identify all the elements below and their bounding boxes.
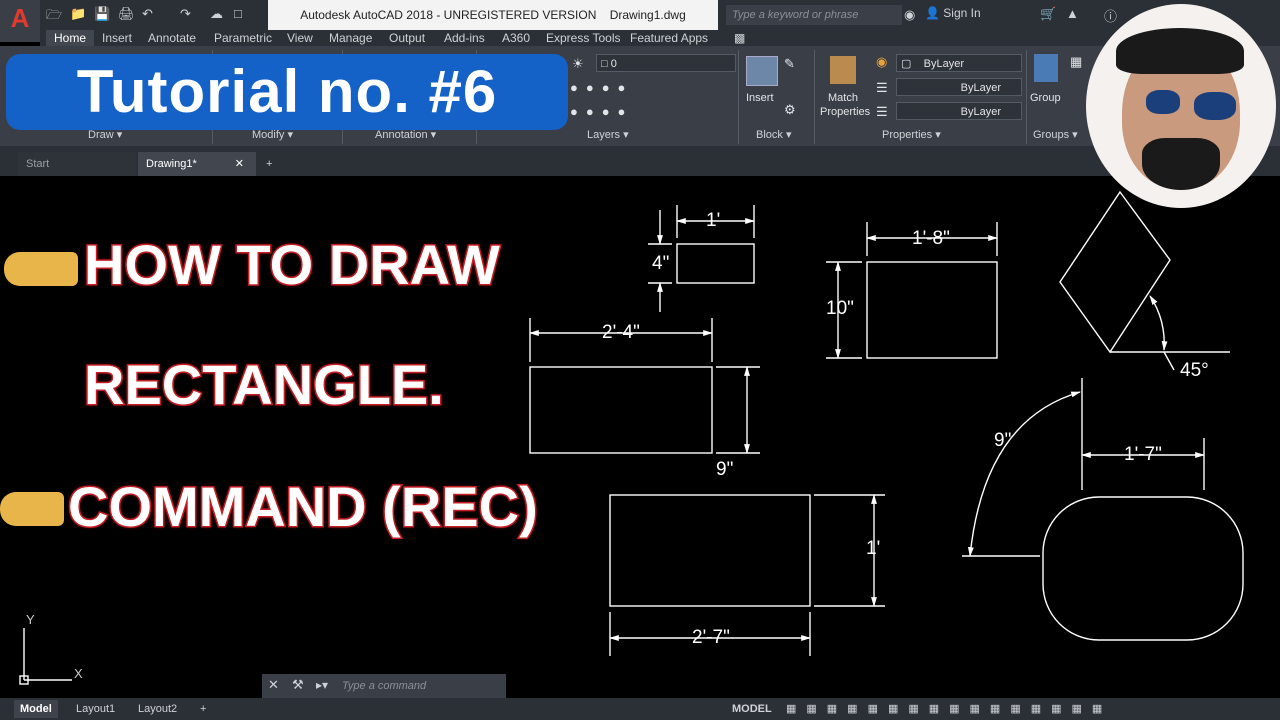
rectangle-wide[interactable] xyxy=(529,366,713,454)
presenter-avatar xyxy=(1086,4,1276,208)
tutorial-banner: Tutorial no. #6 xyxy=(6,54,568,130)
dimension-text: 10" xyxy=(826,298,854,319)
dimension-text: 1' xyxy=(706,210,721,231)
command-line: ✕ ⚒ ▸▾ Type a command xyxy=(262,674,506,698)
pointing-hand-icon xyxy=(0,492,64,526)
heading-line-1: HOW TO DRAW xyxy=(83,232,502,298)
dimension-text: 4" xyxy=(652,253,670,274)
tab-model[interactable]: Model xyxy=(14,700,58,718)
dimension-text: 2'-7" xyxy=(692,627,730,648)
wrench-icon[interactable]: ⚒ xyxy=(292,677,304,693)
heading-line-2: RECTANGLE. xyxy=(83,352,446,418)
heading-line-3: COMMAND (REC) xyxy=(67,474,540,540)
tab-layout1[interactable]: Layout1 xyxy=(70,700,121,718)
dimension-text: 1' xyxy=(866,538,881,559)
tab-layout2[interactable]: Layout2 xyxy=(132,700,183,718)
sunglasses-left xyxy=(1146,90,1180,114)
dimension-text: 45° xyxy=(1180,360,1209,381)
rotated-rectangle[interactable] xyxy=(1059,190,1171,354)
close-icon[interactable]: ✕ xyxy=(268,677,279,693)
rectangle-medium[interactable] xyxy=(866,261,998,359)
command-input[interactable]: Type a command xyxy=(342,678,502,694)
dimension-text: 9" xyxy=(994,430,1012,451)
sunglasses-right xyxy=(1194,92,1236,120)
pointing-hand-icon xyxy=(4,252,78,286)
dimension-text: 2'-4" xyxy=(602,322,640,343)
hair-shape xyxy=(1116,28,1244,74)
status-toggle-icons[interactable]: ▦▦▦▦▦▦▦▦▦▦▦▦▦▦▦▦ xyxy=(780,700,1118,718)
model-space-toggle[interactable]: MODEL xyxy=(726,700,778,718)
dimension-text: 9" xyxy=(716,459,734,480)
ucs-y-label: Y xyxy=(26,612,35,627)
rounded-rectangle[interactable] xyxy=(1042,496,1244,641)
status-bar: Model Layout1 Layout2 + MODEL ▦▦▦▦▦▦▦▦▦▦… xyxy=(0,698,1280,720)
add-layout-button[interactable]: + xyxy=(194,700,212,718)
rectangle-large[interactable] xyxy=(609,494,811,607)
dimension-text: 1'-7" xyxy=(1124,444,1162,465)
command-prompt-icon[interactable]: ▸▾ xyxy=(316,678,328,692)
dimension-text: 1'-8" xyxy=(912,228,950,249)
ucs-x-label: X xyxy=(74,666,83,681)
rectangle-small[interactable] xyxy=(676,243,755,284)
beard-shape xyxy=(1142,138,1220,190)
